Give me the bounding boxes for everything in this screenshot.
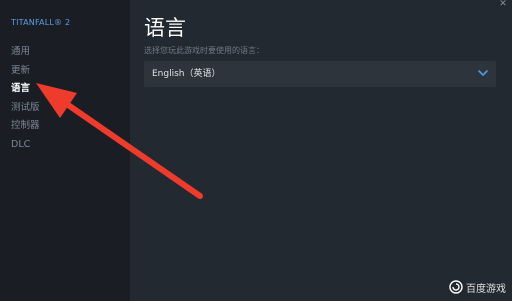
game-title: TITANFALL® 2 bbox=[11, 18, 71, 27]
sidebar-item-dlc[interactable]: DLC bbox=[11, 136, 40, 155]
settings-menu: 通用 更新 语言 测试版 控制器 DLC bbox=[11, 43, 40, 155]
watermark: 百度游戏 bbox=[449, 279, 506, 295]
chevron-down-icon bbox=[478, 70, 488, 76]
sidebar-item-language[interactable]: 语言 bbox=[11, 80, 40, 99]
settings-panel: ✕ 语言 选择您玩此游戏时要使用的语言： English（英语） bbox=[130, 0, 512, 301]
sidebar-item-general[interactable]: 通用 bbox=[11, 43, 40, 62]
sidebar-item-controller[interactable]: 控制器 bbox=[11, 117, 40, 136]
page-title: 语言 bbox=[144, 16, 186, 40]
language-field-label: 选择您玩此游戏时要使用的语言： bbox=[144, 46, 264, 55]
watermark-logo-icon bbox=[449, 280, 463, 294]
language-dropdown[interactable]: English（英语） bbox=[144, 61, 496, 87]
sidebar-item-updates[interactable]: 更新 bbox=[11, 62, 40, 81]
close-icon[interactable]: ✕ bbox=[498, 0, 508, 10]
sidebar-item-betas[interactable]: 测试版 bbox=[11, 99, 40, 118]
language-dropdown-value: English（英语） bbox=[152, 69, 221, 79]
watermark-text: 百度游戏 bbox=[466, 283, 506, 295]
settings-sidebar: TITANFALL® 2 通用 更新 语言 测试版 控制器 DLC bbox=[0, 0, 130, 301]
